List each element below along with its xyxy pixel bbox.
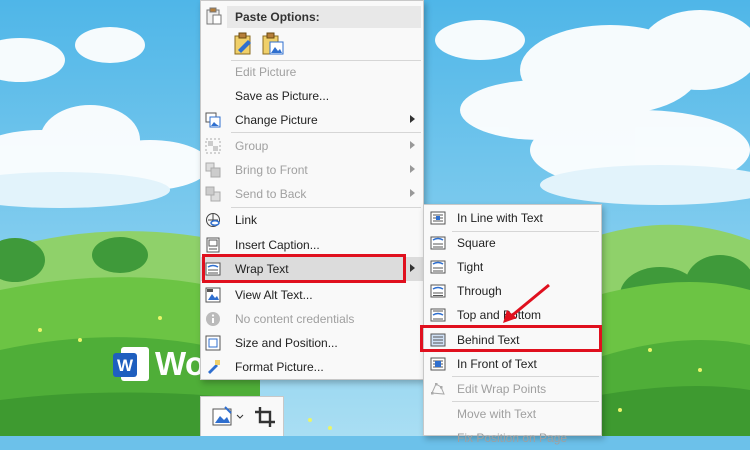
wrap-in-front-item[interactable]: In Front of Text <box>424 352 601 376</box>
context-menu: Paste Options: Edit Picture Save as Pict… <box>200 0 424 380</box>
move-with-text-item[interactable]: Move with Text <box>424 402 601 426</box>
menu-item-label: Edit Picture <box>235 65 297 79</box>
send-to-back-item[interactable]: Send to Back <box>201 182 423 206</box>
svg-text:W: W <box>117 356 134 375</box>
bring-to-front-icon <box>205 162 221 178</box>
submenu-arrow-icon <box>410 189 415 197</box>
info-icon <box>206 312 220 326</box>
menu-item-label: Bring to Front <box>235 163 308 177</box>
menu-item-label: Insert Caption... <box>235 238 320 252</box>
menu-item-label: Behind Text <box>457 333 520 347</box>
menu-item-label: Fix Position on Page <box>457 431 568 445</box>
wrap-text-item[interactable]: Wrap Text <box>201 257 423 281</box>
crop-icon <box>255 407 275 427</box>
bring-to-front-item[interactable]: Bring to Front <box>201 158 423 182</box>
send-to-back-icon <box>205 186 221 202</box>
format-picture-item[interactable]: Format Picture... <box>201 355 423 379</box>
group-icon <box>205 138 221 154</box>
menu-item-label: Save as Picture... <box>235 89 330 103</box>
wrap-square-item[interactable]: Square <box>424 231 601 255</box>
picture-style-icon <box>212 406 244 426</box>
group-item[interactable]: Group <box>201 134 423 158</box>
in-line-with-text-icon <box>430 211 446 225</box>
wrap-in-line-item[interactable]: In Line with Text <box>424 206 601 230</box>
wrap-behind-text-item[interactable]: Behind Text <box>424 328 601 352</box>
menu-item-label: Change Picture <box>235 113 318 127</box>
paste-keep-formatting-button[interactable] <box>233 32 255 56</box>
menu-item-label: In Line with Text <box>457 211 543 225</box>
menu-item-label: Send to Back <box>235 187 307 201</box>
menu-item-label: In Front of Text <box>457 357 537 371</box>
crop-button[interactable] <box>253 405 277 429</box>
menu-item-label: Edit Wrap Points <box>457 382 547 396</box>
menu-item-label: Size and Position... <box>235 336 338 350</box>
submenu-arrow-icon <box>410 165 415 173</box>
link-item[interactable]: Link <box>201 208 423 232</box>
size-position-icon <box>205 335 221 351</box>
fix-position-item[interactable]: Fix Position on Page <box>424 426 601 450</box>
menu-item-label: Wrap Text <box>235 262 289 276</box>
menu-item-label: No content credentials <box>235 312 355 326</box>
save-as-picture-item[interactable]: Save as Picture... <box>201 84 423 108</box>
link-icon <box>206 213 220 227</box>
format-picture-icon <box>208 360 220 374</box>
word-logo-icon: W <box>113 347 149 381</box>
view-alt-text-item[interactable]: View Alt Text... <box>201 283 423 307</box>
top-and-bottom-icon <box>430 308 446 322</box>
paste-picture-icon <box>262 32 284 55</box>
edit-wrap-points-icon <box>431 383 445 395</box>
change-picture-icon <box>205 112 221 128</box>
menu-item-label: Move with Text <box>457 407 537 421</box>
insert-caption-item[interactable]: Insert Caption... <box>201 233 423 257</box>
menu-item-label: Tight <box>457 260 484 274</box>
alt-text-icon <box>205 287 221 303</box>
clipboard-icon <box>206 7 222 25</box>
menu-item-label: Format Picture... <box>235 360 324 374</box>
menu-item-label: View Alt Text... <box>235 288 313 302</box>
wrap-tight-item[interactable]: Tight <box>424 255 601 279</box>
paste-format-icon <box>234 32 251 55</box>
change-picture-item[interactable]: Change Picture <box>201 108 423 132</box>
menu-item-label: Link <box>235 213 258 227</box>
content-credentials-item[interactable]: No content credentials <box>201 307 423 331</box>
edit-wrap-points-item[interactable]: Edit Wrap Points <box>424 377 601 401</box>
in-front-of-text-icon <box>430 357 446 371</box>
menu-item-label: Square <box>457 236 496 250</box>
wrap-text-icon <box>205 262 221 276</box>
submenu-arrow-icon <box>410 264 415 272</box>
square-wrap-icon <box>430 236 446 250</box>
annotation-arrow-icon <box>503 283 550 323</box>
menu-item-label: Group <box>235 139 269 153</box>
picture-mini-toolbar <box>200 396 284 436</box>
insert-caption-icon <box>206 237 220 253</box>
submenu-arrow-icon <box>410 115 415 123</box>
paste-as-picture-button[interactable] <box>261 32 285 56</box>
submenu-arrow-icon <box>410 141 415 149</box>
paste-options-header: Paste Options: <box>227 6 421 28</box>
edit-picture-item[interactable]: Edit Picture <box>201 60 423 84</box>
tight-wrap-icon <box>430 260 446 274</box>
size-and-position-item[interactable]: Size and Position... <box>201 331 423 355</box>
through-wrap-icon <box>430 284 446 298</box>
behind-text-icon <box>430 333 446 347</box>
picture-style-button[interactable] <box>211 405 247 429</box>
